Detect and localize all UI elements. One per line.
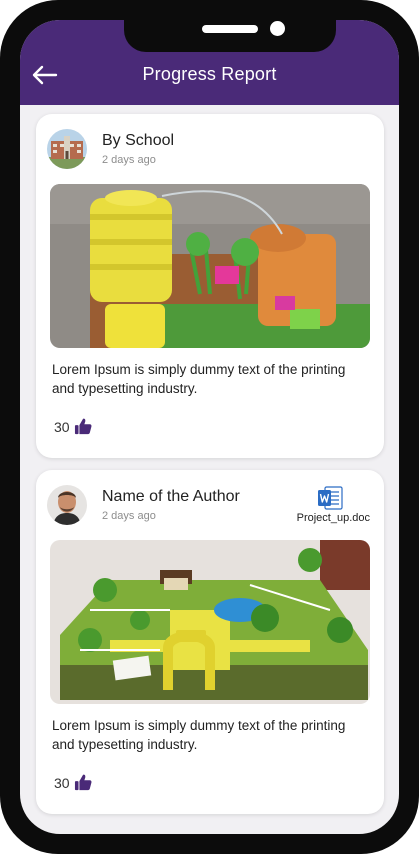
post-card: By School 2 days ago Lorem Ipsum is simp… xyxy=(36,114,384,458)
like-button[interactable]: 30 xyxy=(54,774,92,791)
page-title: Progress Report xyxy=(142,64,277,84)
like-count: 30 xyxy=(54,774,70,791)
phone-frame: Progress Report By School 2 days ago Lor… xyxy=(0,0,419,854)
post-image[interactable] xyxy=(50,540,370,704)
attachment[interactable]: Project_up.doc xyxy=(290,486,370,524)
speaker-slot xyxy=(202,25,258,33)
post-card: Name of the Author 2 days ago Project_up… xyxy=(36,470,384,814)
attachment-name: Project_up.doc xyxy=(296,512,370,524)
avatar[interactable] xyxy=(47,485,87,525)
post-text: Lorem Ipsum is simply dummy text of the … xyxy=(52,718,346,752)
water-tank-garden-model-photo xyxy=(50,184,370,348)
like-button[interactable]: 30 xyxy=(54,418,92,435)
author-name: Name of the Author xyxy=(102,488,240,505)
author-portrait-photo xyxy=(47,485,87,525)
thumbs-up-icon xyxy=(74,418,92,435)
post-time: 2 days ago xyxy=(102,510,156,522)
post-text: Lorem Ipsum is simply dummy text of the … xyxy=(52,362,346,396)
device-notch xyxy=(124,20,336,52)
like-count: 30 xyxy=(54,418,70,435)
word-document-icon xyxy=(318,486,343,510)
post-time: 2 days ago xyxy=(102,154,156,166)
post-image[interactable] xyxy=(50,184,370,348)
school-building-photo xyxy=(47,129,87,169)
avatar[interactable] xyxy=(47,129,87,169)
front-camera xyxy=(270,21,285,36)
author-name: By School xyxy=(102,132,175,149)
zoo-model-photo xyxy=(50,540,370,704)
thumbs-up-icon xyxy=(74,774,92,791)
app-screen: Progress Report By School 2 days ago Lor… xyxy=(20,20,399,834)
